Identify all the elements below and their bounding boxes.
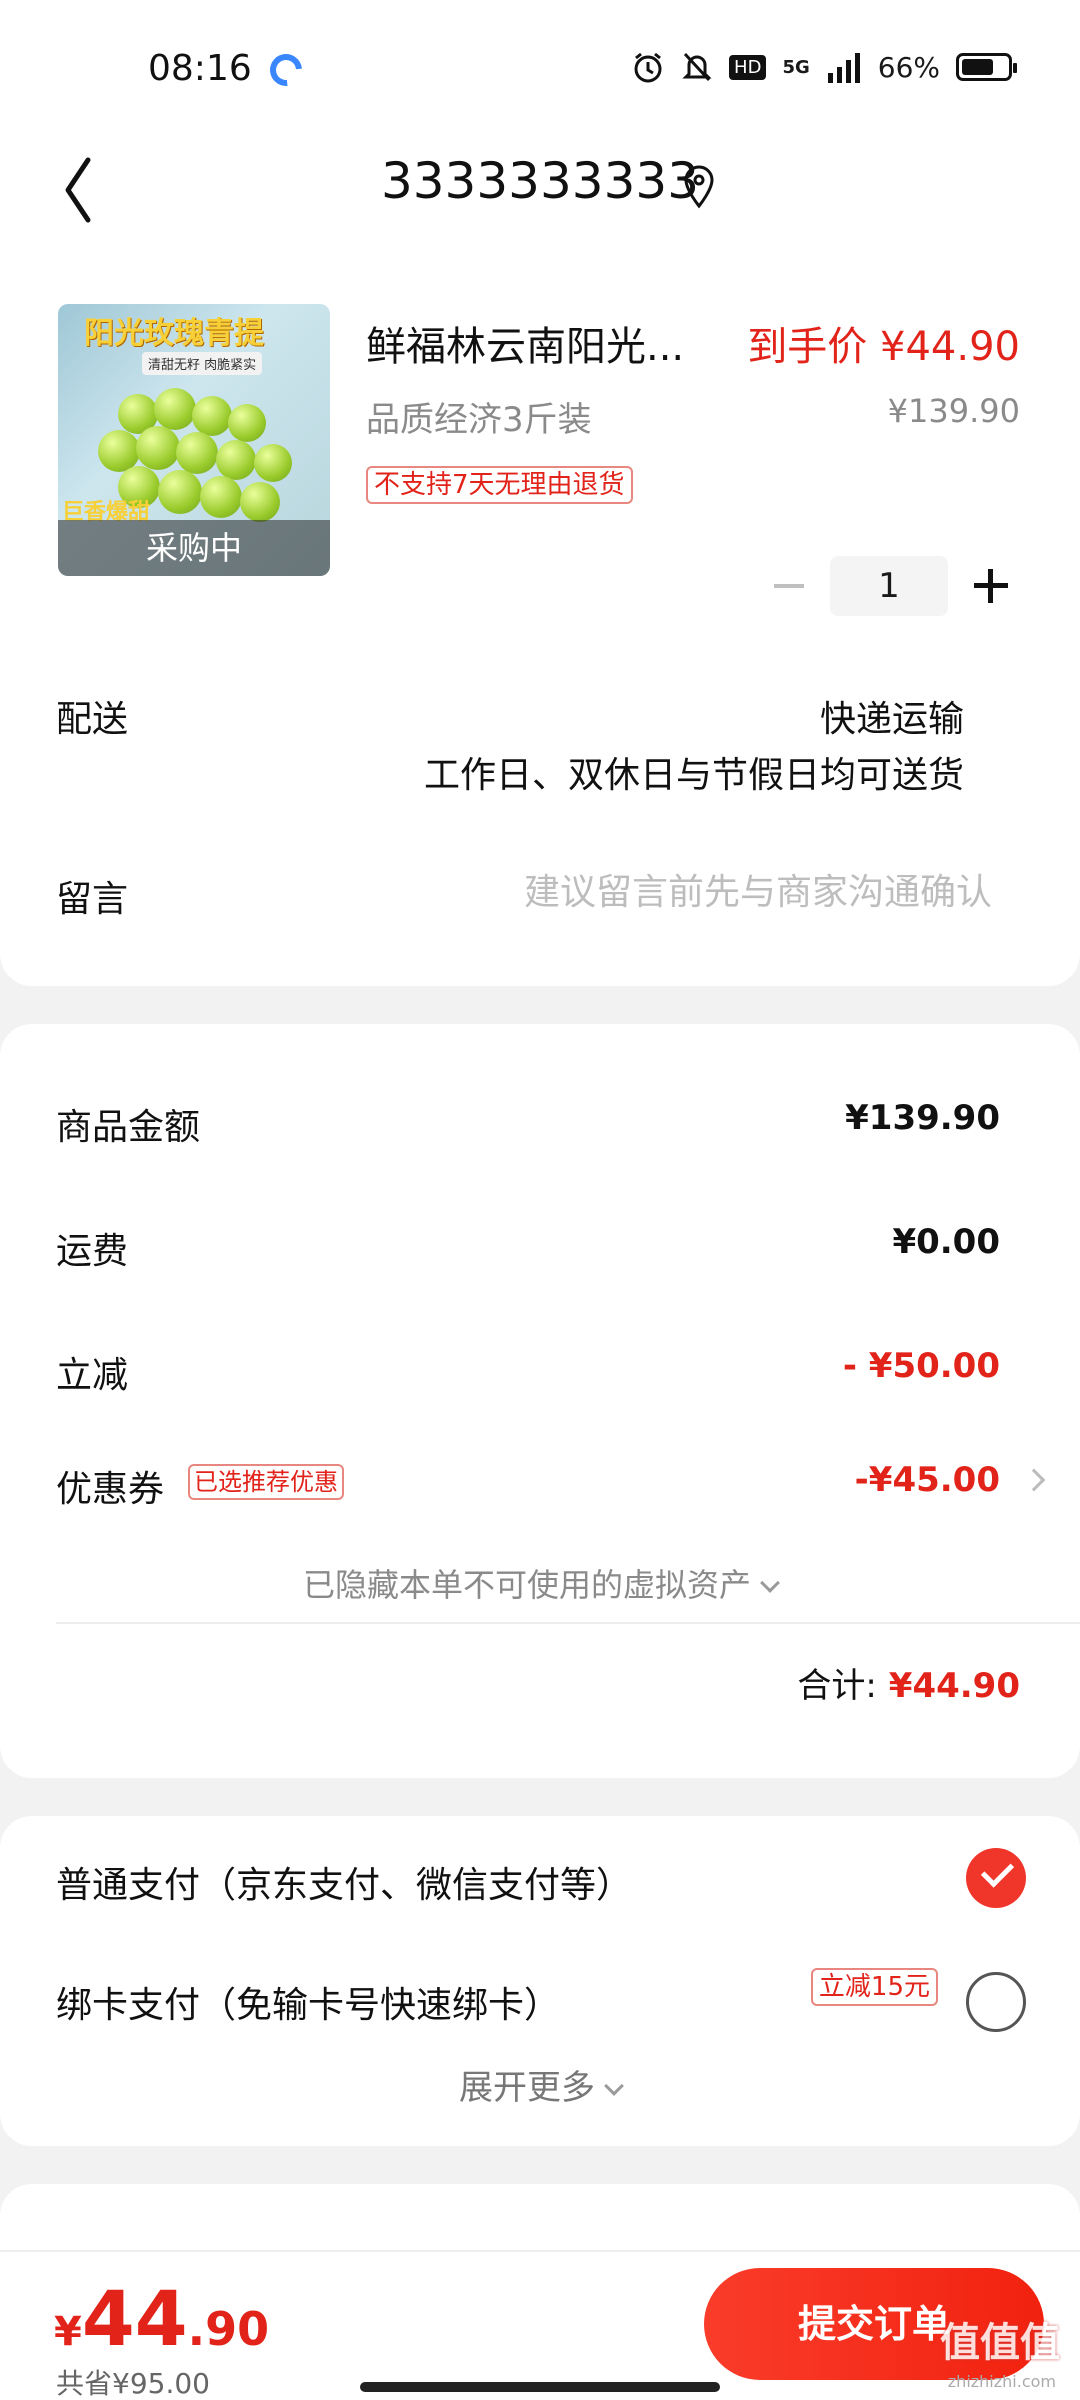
chevron-right-icon[interactable] (1022, 1468, 1046, 1492)
coupon-row[interactable]: 优惠券 已选推荐优惠 -¥45.00 (56, 1460, 1046, 1520)
product-original-price: ¥139.90 (887, 392, 1020, 430)
home-indicator[interactable] (360, 2382, 720, 2392)
discount-label: 立减 (56, 1355, 129, 1396)
message-input[interactable] (432, 862, 992, 922)
battery-icon (956, 53, 1017, 81)
final-price-decimal: .90 (187, 2302, 270, 2356)
status-time: 08:16 (148, 48, 252, 89)
shipping-label: 运费 (56, 1231, 129, 1272)
payment-method-card: 普通支付（京东支付、微信支付等） 绑卡支付（免输卡号快速绑卡） 立减15元 展开… (0, 1816, 1080, 2146)
normal-payment-label[interactable]: 普通支付（京东支付、微信支付等） (56, 1856, 632, 1908)
bind-card-discount-badge: 立减15元 (810, 1968, 938, 2006)
product-image-subtitle: 清甜无籽 肉脆紧实 (142, 352, 263, 375)
discount-row: 立减 - ¥50.00 (56, 1346, 1024, 1406)
product-name[interactable]: 鲜福林云南阳光... (366, 314, 684, 372)
chevron-down-icon (604, 2076, 624, 2096)
expand-more-label: 展开更多 (459, 2068, 595, 2108)
total-label: 合计: (797, 1666, 877, 1706)
coupon-value: -¥45.00 (854, 1460, 1000, 1500)
hidden-assets-toggle[interactable]: 已隐藏本单不可使用的虚拟资产 (0, 1560, 1080, 1606)
network-label: 5G (782, 56, 810, 78)
bind-card-payment-label[interactable]: 绑卡支付（免输卡号快速绑卡） (56, 1976, 560, 2028)
status-bar: 08:16 HD 5G 66% (0, 0, 1080, 140)
price-summary-card: 商品金额 ¥139.90 运费 ¥0.00 立减 - ¥50.00 优惠券 已选… (0, 1024, 1080, 1778)
product-final-price: 到手价 ¥44.90 (747, 324, 1020, 370)
site-watermark-url: zhizhizhi.com (947, 2372, 1056, 2391)
alarm-icon (634, 52, 662, 83)
divider (56, 1622, 1080, 1624)
location-icon[interactable] (682, 164, 716, 210)
shipping-row: 运费 ¥0.00 (56, 1222, 1024, 1282)
goods-amount-value: ¥139.90 (845, 1098, 1000, 1138)
message-label: 留言 (56, 879, 129, 920)
quantity-value[interactable]: 1 (830, 556, 948, 616)
final-price: ¥44.90 (54, 2274, 269, 2363)
loading-icon (263, 47, 309, 93)
final-price-currency: ¥ (54, 2309, 82, 2355)
product-spec[interactable]: 品质经济3斤装 (366, 392, 592, 441)
discount-value: - ¥50.00 (842, 1346, 1000, 1386)
battery-percent: 66% (877, 50, 940, 84)
goods-amount-label: 商品金额 (56, 1107, 201, 1148)
saved-amount: 共省¥95.00 (56, 2367, 210, 2400)
mute-bell-icon (682, 52, 712, 82)
normal-payment-check-icon[interactable] (966, 1848, 1026, 1908)
product-image[interactable]: 阳光玫瑰青提 清甜无籽 肉脆紧实 巨香爆甜 采购中 (58, 304, 330, 576)
total-row: 合计: ¥44.90 (797, 1658, 1020, 1707)
increase-button[interactable] (960, 556, 1020, 616)
product-image-banner: 阳光玫瑰青提 (84, 316, 264, 351)
hd-badge: HD (729, 54, 767, 80)
product-card: 阳光玫瑰青提 清甜无籽 肉脆紧实 巨香爆甜 采购中 鲜福林云南阳光... 到手价… (0, 230, 1080, 986)
delivery-time[interactable]: 工作日、双休日与节假日均可送货 (424, 746, 964, 798)
expand-more-toggle[interactable]: 展开更多 (0, 2060, 1080, 2109)
goods-amount-row: 商品金额 ¥139.90 (56, 1098, 1024, 1158)
page-title: 3333333333 (380, 152, 700, 210)
decrease-button[interactable] (758, 556, 818, 616)
hidden-assets-label: 已隐藏本单不可使用的虚拟资产 (302, 1566, 751, 1604)
delivery-label: 配送 (56, 699, 129, 740)
status-icons: HD 5G 66% (631, 50, 1017, 84)
coupon-label: 优惠券 (56, 1469, 165, 1510)
bottom-bar: ¥44.90 共省¥95.00 提交订单 (0, 2250, 1080, 2400)
site-watermark: 值值值 (940, 2320, 1060, 2366)
delivery-method[interactable]: 快递运输 (820, 690, 964, 742)
signal-icon (827, 53, 860, 83)
final-price-integer: 44 (81, 2274, 188, 2363)
quantity-stepper: 1 (758, 556, 1020, 616)
total-value: ¥44.90 (888, 1666, 1020, 1706)
product-image-overlay: 采购中 (58, 520, 330, 576)
shipping-value: ¥0.00 (892, 1222, 1000, 1262)
bind-card-radio[interactable] (966, 1972, 1026, 2032)
chevron-down-icon (760, 1573, 780, 1593)
return-policy-badge: 不支持7天无理由退货 (366, 466, 633, 504)
coupon-badge: 已选推荐优惠 (188, 1464, 344, 1500)
